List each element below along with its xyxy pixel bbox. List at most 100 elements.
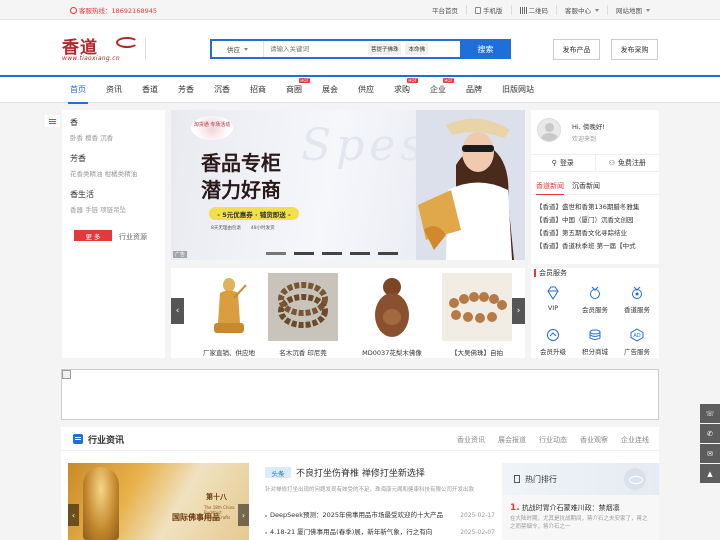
avatar	[537, 118, 561, 142]
sub-link[interactable]: 企业连线	[621, 435, 649, 445]
list-item[interactable]: 【香道】第五期香文化寻踪结业	[536, 227, 654, 240]
hero-banner[interactable]: Spes 淘货通 专场活动 香品专柜 潜力好商 - 5元优惠券 · 铺货即送 -…	[171, 110, 525, 260]
headline-summary: 针对禅修打坐出现的问题发现有效受的不足，珠海康元阁和健康科技有限公司开发出款	[265, 487, 475, 493]
chevron-down-icon	[646, 8, 650, 12]
search-box: 供应 菩提子佛珠 本命佛	[210, 39, 482, 59]
section-title: 行业资讯	[88, 436, 125, 446]
carousel-dot[interactable]	[350, 252, 370, 255]
product-card[interactable]: MD0037花梨木佛像	[357, 273, 427, 357]
nav-item-agarwood[interactable]: 沉香	[214, 84, 230, 95]
nav-item-enterprise[interactable]: 企业 HOT	[430, 78, 454, 95]
search-tag[interactable]: 本命佛	[405, 43, 428, 55]
hotline: 客服热线：18692168945	[70, 5, 157, 15]
mobile-icon	[475, 6, 481, 14]
nav-item-xiangdao[interactable]: 香道	[142, 84, 158, 95]
product-card[interactable]: 厂家直销、供应地	[194, 273, 264, 357]
top-link-mobile[interactable]: 手机版	[466, 5, 511, 15]
list-item[interactable]: 【香道】盛世和香第136期腊冬雅集	[536, 201, 654, 214]
product-card[interactable]: 【大吴佛珠】自拍	[442, 273, 512, 357]
link-icon: ⚲	[551, 159, 557, 167]
sub-link[interactable]: 香业资讯	[457, 435, 485, 445]
news-icon	[73, 434, 83, 444]
publish-product-button[interactable]: 发布产品	[553, 39, 600, 60]
nav-item-exhibition[interactable]: 展会	[322, 84, 338, 95]
list-item[interactable]: 【香道】香道秋季班 第一届【中式	[536, 240, 654, 253]
sub-link[interactable]: 香业观察	[580, 435, 608, 445]
service-vip[interactable]: VIP	[532, 286, 574, 322]
nav-item-old-site[interactable]: 旧版网站	[502, 84, 534, 95]
wechat-icon[interactable]: ✉	[700, 444, 720, 463]
category-subs[interactable]: 花香类精油 柑橘类精油	[70, 168, 137, 178]
tab-xiangdao-news[interactable]: 香道新闻	[536, 181, 564, 195]
login-button[interactable]: ⚲ 登录	[531, 155, 595, 171]
ranking-icon	[514, 475, 520, 483]
product-card[interactable]: 名木沉香 印尼莞	[268, 273, 338, 357]
service-upgrade[interactable]: 会员升级	[532, 328, 574, 364]
chevron-down-icon	[595, 8, 599, 12]
list-item[interactable]: 【香道】中国（厦门）沉香文创园	[536, 214, 654, 227]
svg-text:AD: AD	[633, 333, 640, 339]
search-button[interactable]: 搜索	[460, 39, 511, 59]
banner-sub: 8天无理由包退 48小时发货	[211, 226, 275, 231]
tab-agarwood-news[interactable]: 沉香新闻	[572, 181, 600, 194]
site-logo[interactable]: 香道 www.tiaoxiang.cn	[62, 33, 144, 65]
search-tag[interactable]: 菩提子佛珠	[367, 43, 402, 55]
top-link-home[interactable]: 平台首页	[424, 5, 466, 15]
sub-link[interactable]: 行业动态	[539, 435, 567, 445]
carousel-dot[interactable]	[378, 252, 398, 255]
list-item[interactable]: 4.18-21 厦门佛事用品(春季)展，新年新气象，行之有向 2025-02-07	[265, 524, 495, 540]
headset-icon[interactable]: ☏	[700, 404, 720, 423]
top-link-service[interactable]: 客服中心	[556, 5, 607, 15]
top-link-sitemap[interactable]: 网站地图	[607, 5, 658, 15]
headline-link[interactable]: 不良打坐伤脊椎 禅修打坐新选择	[296, 466, 425, 479]
search-category-select[interactable]: 供应	[212, 41, 264, 57]
nav-item-fragrance[interactable]: 芳香	[178, 84, 194, 95]
category-subs[interactable]: 卧香 檀香 沉香	[70, 132, 113, 142]
service-xiangdao[interactable]: 香道服务	[616, 286, 658, 322]
product-image	[442, 273, 512, 341]
service-points-mall[interactable]: 积分商城	[574, 328, 616, 364]
category-title[interactable]: 芳香	[70, 153, 137, 164]
carousel-next-button[interactable]: ›	[238, 504, 249, 526]
nav-item-purchase[interactable]: 求购 HOT	[394, 78, 418, 95]
carousel-dot[interactable]	[322, 252, 342, 255]
more-button[interactable]: 更 多	[74, 230, 112, 241]
nav-item-brand[interactable]: 品牌	[466, 84, 482, 95]
top-icon[interactable]: ▲	[700, 464, 720, 483]
sub-link[interactable]: 展会报道	[498, 435, 526, 445]
industry-image-carousel[interactable]: 第十八 The 18th China Buddhist Items&Crafts…	[68, 463, 249, 540]
service-advertising[interactable]: AD 广告服务	[616, 328, 658, 364]
category-title[interactable]: 香	[70, 117, 113, 128]
category-title[interactable]: 香生活	[70, 189, 126, 200]
category-subs[interactable]: 香器 手链 项链吊坠	[70, 204, 126, 214]
top-link-qrcode[interactable]: 二维码	[510, 5, 557, 15]
product-carousel: ‹ 厂家直销、供应地 名木沉香 印尼莞 MD0037花梨木佛像 【大吴佛珠】自拍…	[171, 268, 525, 358]
medal-icon	[590, 286, 600, 299]
top-bar: 客服热线：18692168945 平台首页 手机版 二维码 客服中心 网站地图	[0, 0, 720, 20]
phone-icon[interactable]: ✆	[700, 424, 720, 443]
menu-icon[interactable]	[45, 115, 60, 127]
carousel-prev-button[interactable]: ‹	[68, 504, 79, 526]
nav-item-investment[interactable]: 招商	[250, 84, 266, 95]
auth-buttons: ⚲ 登录 ⚇ 免费注册	[531, 154, 659, 172]
carousel-next-button[interactable]: ›	[512, 298, 525, 324]
search-input[interactable]	[264, 42, 368, 56]
nav-item-supply[interactable]: 供应	[358, 84, 374, 95]
headline-badge: 头条	[265, 467, 291, 478]
publish-purchase-button[interactable]: 发布采购	[611, 39, 658, 60]
carousel-dots	[266, 252, 398, 255]
ranking-item[interactable]: 1. 抗战时胃介石蒙难川政：禁烟凛	[510, 503, 620, 513]
industry-resources-link[interactable]: 行业资源	[119, 232, 147, 242]
carousel-dot[interactable]	[294, 252, 314, 255]
ad-banner-broken-image[interactable]	[61, 369, 659, 420]
register-button[interactable]: ⚇ 免费注册	[594, 155, 660, 171]
nav-item-news[interactable]: 资讯	[106, 84, 122, 95]
nav-item-business-circle[interactable]: 商圈 HOT	[286, 78, 310, 95]
list-item[interactable]: DeepSeek预测：2025年佛事用品市场最受欢迎的十大产品 2025-02-1…	[265, 507, 495, 524]
nav-item-home[interactable]: 首页	[68, 84, 88, 104]
logo-swirl-icon	[116, 37, 138, 48]
carousel-prev-button[interactable]: ‹	[171, 298, 184, 324]
broken-image-icon	[62, 370, 71, 379]
carousel-dot[interactable]	[266, 252, 286, 255]
service-member[interactable]: 会员服务	[574, 286, 616, 322]
